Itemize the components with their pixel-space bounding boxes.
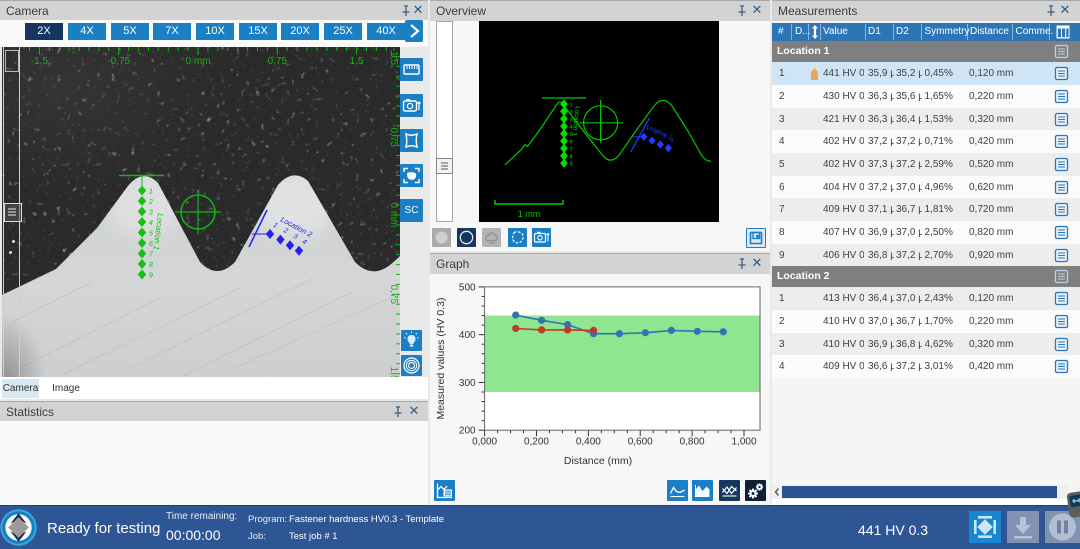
svg-text:Location 1: Location 1	[152, 213, 165, 251]
svg-text:-1,5: -1,5	[31, 56, 49, 67]
svg-text:4: 4	[301, 238, 308, 246]
svg-text:1,5: 1,5	[350, 56, 364, 67]
svg-text:-0,75: -0,75	[388, 124, 399, 147]
svg-text:300: 300	[459, 378, 476, 389]
svg-text:6: 6	[570, 140, 573, 146]
svg-text:8: 8	[570, 154, 573, 160]
svg-text:0,600: 0,600	[628, 437, 653, 448]
svg-text:2: 2	[148, 199, 153, 206]
svg-text:0,75: 0,75	[268, 56, 288, 67]
svg-text:9: 9	[149, 273, 153, 280]
svg-text:-1,5: -1,5	[388, 48, 399, 66]
svg-text:-0,75: -0,75	[107, 56, 130, 67]
svg-text:1: 1	[272, 222, 279, 230]
svg-text:8: 8	[149, 262, 153, 269]
svg-text:0 mm: 0 mm	[186, 56, 211, 67]
svg-text:9: 9	[570, 162, 573, 168]
svg-text:7: 7	[149, 252, 154, 259]
svg-text:4: 4	[149, 220, 153, 227]
svg-text:3: 3	[149, 210, 153, 217]
svg-text:1,000: 1,000	[731, 437, 756, 448]
svg-text:1,5: 1,5	[388, 367, 399, 377]
svg-text:0,200: 0,200	[524, 437, 549, 448]
svg-text:3: 3	[292, 233, 299, 241]
svg-text:7: 7	[570, 147, 573, 153]
svg-text:0 mm: 0 mm	[388, 203, 399, 228]
svg-text:1: 1	[570, 103, 573, 109]
svg-text:500: 500	[459, 282, 476, 293]
svg-text:0,800: 0,800	[680, 437, 705, 448]
svg-text:0,75: 0,75	[388, 285, 399, 305]
svg-text:0,000: 0,000	[472, 437, 497, 448]
svg-text:Measured values (HV 0.3): Measured values (HV 0.3)	[435, 298, 447, 420]
svg-text:1: 1	[149, 189, 153, 196]
svg-text:0,400: 0,400	[576, 437, 601, 448]
svg-text:1 mm: 1 mm	[518, 209, 541, 219]
svg-text:2: 2	[570, 110, 573, 116]
svg-text:400: 400	[459, 330, 476, 341]
svg-text:200: 200	[459, 426, 476, 437]
svg-text:2: 2	[281, 227, 289, 236]
svg-text:5: 5	[149, 231, 153, 238]
